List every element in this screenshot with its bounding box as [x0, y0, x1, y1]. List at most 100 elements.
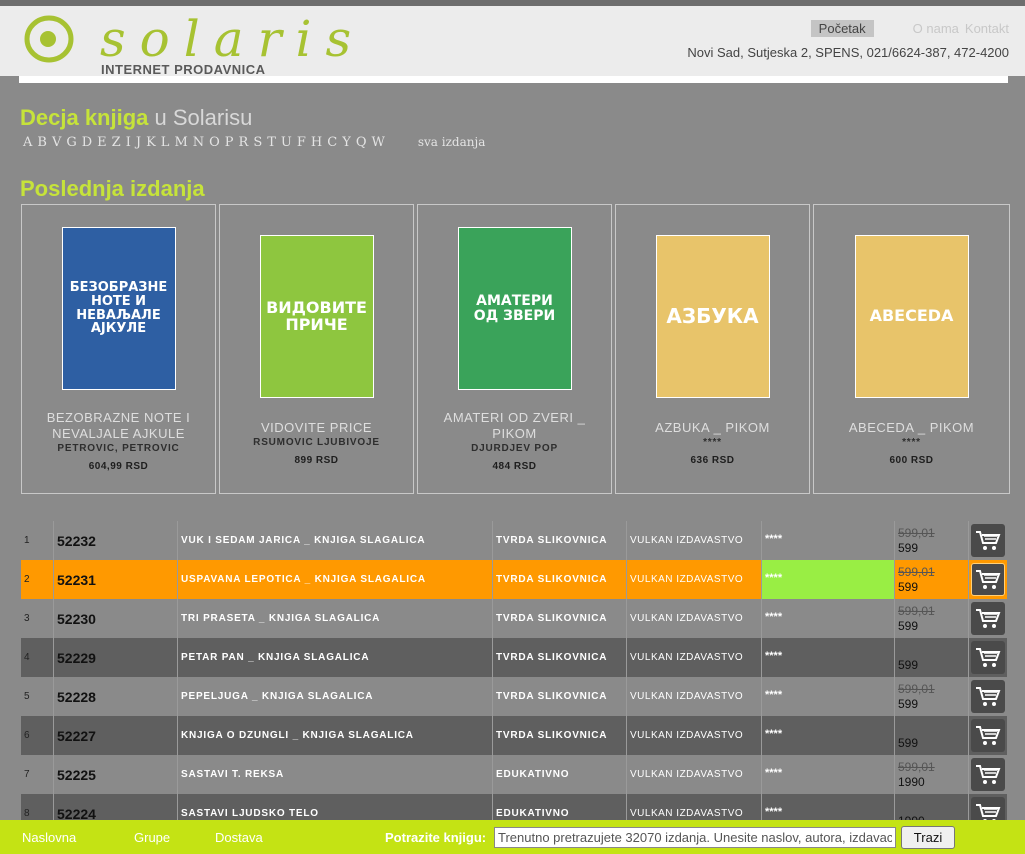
sun-logo-icon[interactable] — [24, 14, 74, 64]
letter-link[interactable]: S — [253, 135, 262, 150]
old-price: 599,01 — [898, 681, 935, 696]
book-price: 604,99 RSD — [88, 461, 149, 472]
cart-cell — [969, 599, 1007, 638]
letter-link[interactable]: B — [37, 135, 47, 150]
book-price: 600 RSD — [889, 455, 934, 466]
letter-link[interactable]: Y — [342, 135, 351, 150]
category-title-main[interactable]: Decja knjiga — [20, 105, 148, 130]
book-author: PETROVIC, PETROVIC — [57, 443, 180, 454]
letter-link[interactable]: A — [23, 135, 32, 150]
letter-link[interactable]: K — [146, 135, 156, 150]
cover-text: ABECEDA — [869, 306, 954, 326]
top-nav: Početak O nama Kontakt — [810, 20, 1009, 37]
footer-link-delivery[interactable]: Dostava — [215, 830, 263, 845]
product-publisher: VULKAN IZDAVASTVO — [627, 677, 762, 716]
table-row[interactable]: 6 52227 KNJIGA O DZUNGLI _ KNJIGA SLAGALIC… — [21, 716, 1007, 755]
table-row[interactable]: 1 52232 VUK I SEDAM JARICA _ KNJIGA SLAGAL… — [21, 521, 1007, 560]
add-to-cart-button[interactable] — [971, 680, 1005, 713]
current-price: 599 — [898, 735, 919, 750]
nav-contact[interactable]: Kontakt — [965, 21, 1009, 36]
table-row[interactable]: 3 52230 TRI PRASETA _ KNJIGA SLAGALICA TVRD… — [21, 599, 1007, 638]
product-price: 599,01 599 — [895, 677, 969, 716]
letter-link[interactable]: G — [66, 135, 76, 150]
cart-cell — [969, 716, 1007, 755]
cart-cell — [969, 755, 1007, 794]
table-row[interactable]: 4 52229 PETAR PAN _ KNJIGA SLAGALICA TVRDA … — [21, 638, 1007, 677]
book-card[interactable]: БЕЗОБРАЗНЕ НОТЕ И НЕВАЉАЛЕ АЈКУЛЕ BEZOBRA… — [21, 204, 216, 494]
letter-link[interactable]: L — [161, 135, 170, 150]
letter-link[interactable]: Z — [112, 135, 121, 150]
book-card[interactable]: АЗБУКА AZBUKA _ PIKOM **** 636 RSD — [615, 204, 810, 494]
add-to-cart-button[interactable] — [971, 719, 1005, 752]
letter-link[interactable]: Q — [356, 135, 367, 150]
letter-link[interactable]: N — [193, 135, 204, 150]
book-cover-image[interactable]: АЗБУКА — [655, 235, 770, 398]
latest-title: Poslednja izdanja — [20, 176, 205, 201]
table-row[interactable]: 5 52228 PEPELJUGA _ KNJIGA SLAGALICA TVRDA … — [21, 677, 1007, 716]
row-index: 3 — [21, 599, 54, 638]
letter-link[interactable]: I — [126, 135, 131, 150]
table-row[interactable]: 7 52225 SASTAVI T. REKSA EDUKATIVNO VULKAN I… — [21, 755, 1007, 794]
footer-link-groups[interactable]: Grupe — [134, 830, 170, 845]
book-title[interactable]: VIDOVITE PRICE — [220, 420, 413, 436]
book-cover-image[interactable]: БЕЗОБРАЗНЕ НОТЕ И НЕВАЉАЛЕ АЈКУЛЕ — [61, 227, 176, 390]
nav-about[interactable]: O nama — [913, 21, 959, 36]
book-title[interactable]: AZBUKA _ PIKOM — [616, 420, 809, 436]
letter-link[interactable]: D — [82, 135, 92, 150]
current-price: 599 — [898, 579, 919, 594]
letter-link[interactable]: O — [209, 135, 220, 150]
search-button[interactable]: Trazi — [901, 826, 955, 849]
all-editions-link[interactable]: sva izdanja — [418, 135, 486, 150]
search-input[interactable] — [494, 827, 896, 848]
product-title[interactable]: VUK I SEDAM JARICA _ KNJIGA SLAGALICA — [178, 521, 493, 560]
book-card[interactable]: АМАТЕРИ ОД ЗВЕРИ AMATERI OD ZVERI _ PIKOM… — [417, 204, 612, 494]
product-title[interactable]: PEPELJUGA _ KNJIGA SLAGALICA — [178, 677, 493, 716]
letter-link[interactable]: E — [97, 135, 107, 150]
letter-link[interactable]: W — [371, 135, 384, 150]
book-cover-image[interactable]: ВИДОВИТЕ ПРИЧЕ — [259, 235, 374, 398]
add-to-cart-button[interactable] — [971, 524, 1005, 557]
product-price: 599 — [895, 716, 969, 755]
add-to-cart-button[interactable] — [971, 641, 1005, 674]
letter-link[interactable]: T — [267, 135, 276, 150]
add-to-cart-button[interactable] — [971, 563, 1005, 596]
letter-link[interactable]: M — [174, 135, 187, 150]
product-title[interactable]: TRI PRASETA _ KNJIGA SLAGALICA — [178, 599, 493, 638]
book-title[interactable]: ABECEDA _ PIKOM — [814, 420, 1009, 436]
letter-link[interactable]: U — [281, 135, 292, 150]
table-row[interactable]: 2 52231 USPAVANA LEPOTICA _ KNJIGA SLAGALI… — [21, 560, 1007, 599]
letter-link[interactable]: P — [225, 135, 234, 150]
product-code: 52231 — [54, 560, 178, 599]
current-price: 599 — [898, 696, 919, 711]
product-rating: **** — [762, 677, 895, 716]
book-title[interactable]: BEZOBRAZNE NOTE I NEVALJALE AJKULE — [22, 410, 215, 442]
book-cover-image[interactable]: ABECEDA — [854, 235, 969, 398]
add-to-cart-button[interactable] — [971, 602, 1005, 635]
book-price: 636 RSD — [690, 455, 735, 466]
old-price: 599,01 — [898, 525, 935, 540]
book-cover-image[interactable]: АМАТЕРИ ОД ЗВЕРИ — [457, 227, 572, 390]
add-to-cart-button[interactable] — [971, 758, 1005, 791]
product-title[interactable]: SASTAVI T. REKSA — [178, 755, 493, 794]
book-card[interactable]: ABECEDA ABECEDA _ PIKOM **** 600 RSD — [813, 204, 1010, 494]
cover-text: БЕЗОБРАЗНЕ НОТЕ И НЕВАЉАЛЕ АЈКУЛЕ — [69, 280, 168, 337]
book-author: **** — [902, 437, 921, 448]
product-title[interactable]: KNJIGA O DZUNGLI _ KNJIGA SLAGALICA — [178, 716, 493, 755]
logo-text[interactable]: solaris — [100, 10, 365, 68]
product-title[interactable]: PETAR PAN _ KNJIGA SLAGALICA — [178, 638, 493, 677]
letter-link[interactable]: J — [136, 135, 141, 150]
product-table: 1 52232 VUK I SEDAM JARICA _ KNJIGA SLAGAL… — [21, 521, 1007, 833]
letter-link[interactable]: F — [297, 135, 306, 150]
letter-link[interactable]: C — [327, 135, 337, 150]
nav-home[interactable]: Početak — [810, 20, 874, 37]
letter-link[interactable]: V — [52, 135, 61, 150]
logo-subtitle: INTERNET PRODAVNICA — [101, 62, 266, 77]
letter-link[interactable]: R — [239, 135, 249, 150]
book-title[interactable]: AMATERI OD ZVERI _ PIKOM — [418, 410, 611, 442]
product-code: 52229 — [54, 638, 178, 677]
product-title[interactable]: USPAVANA LEPOTICA _ KNJIGA SLAGALICA — [178, 560, 493, 599]
footer-link-home[interactable]: Naslovna — [22, 830, 76, 845]
letter-link[interactable]: H — [311, 135, 322, 150]
shopping-cart-icon — [976, 530, 1001, 550]
book-card[interactable]: ВИДОВИТЕ ПРИЧЕ VIDOVITE PRICE RSUMOVIC LJU… — [219, 204, 414, 494]
